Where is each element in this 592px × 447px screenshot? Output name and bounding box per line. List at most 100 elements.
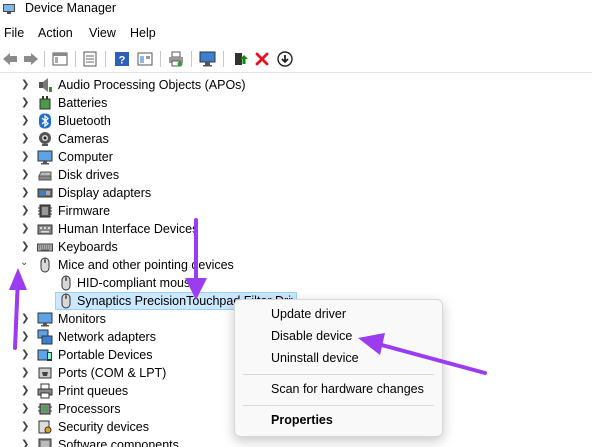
tree-item-human-interface-devices[interactable]: ❯ Human Interface Devices (0, 220, 592, 238)
chevron-right-icon[interactable]: ❯ (21, 133, 31, 145)
tree-item-label: Audio Processing Objects (APOs) (58, 78, 246, 92)
tree-item-label: HID-compliant mouse (77, 276, 198, 290)
menu-item-label: Update driver (271, 307, 347, 321)
tree-item-label: Monitors (58, 312, 106, 326)
chevron-right-icon[interactable]: ❯ (21, 403, 31, 415)
tree-item-computer[interactable]: ❯ Computer (0, 148, 592, 166)
chevron-right-icon[interactable]: ❯ (21, 421, 31, 433)
tree-item-label: Display adapters (58, 186, 152, 200)
camera-icon (39, 132, 51, 146)
help-icon[interactable]: ? (112, 49, 132, 69)
tree-item-label: Human Interface Devices (58, 222, 199, 236)
tree-item-audio-processing-objects[interactable]: ❯ Audio Processing Objects (APOs) (0, 76, 592, 94)
view-icon[interactable] (135, 49, 155, 69)
mouse-icon (40, 257, 50, 273)
device-manager-icon (3, 4, 15, 14)
chevron-right-icon[interactable]: ❯ (21, 115, 31, 127)
tree-item-label: Mice and other pointing devices (58, 258, 234, 272)
mouse-icon (61, 275, 71, 291)
tree-item-label: Disk drives (58, 168, 120, 182)
chevron-right-icon[interactable]: ❯ (21, 331, 31, 343)
forward-arrow-icon[interactable] (21, 49, 41, 69)
tree-item-label: Processors (58, 402, 121, 416)
tree-item-label: Software components (58, 438, 179, 447)
chevron-right-icon[interactable]: ❯ (21, 349, 31, 361)
portable-device-icon (37, 349, 52, 361)
back-arrow-icon[interactable] (0, 49, 20, 69)
disk-drive-icon (38, 171, 52, 181)
menu-item-label: Scan for hardware changes (271, 382, 424, 396)
menu-separator (243, 405, 434, 406)
tree-item-firmware[interactable]: ❯ Firmware (0, 202, 592, 220)
uninstall-device-icon[interactable] (252, 49, 272, 69)
tree-item-label: Bluetooth (58, 114, 111, 128)
menu-action[interactable]: Action (38, 26, 73, 40)
security-icon (38, 420, 52, 434)
menu-item-scan-hardware-changes[interactable]: Scan for hardware changes (235, 379, 442, 401)
battery-icon (39, 96, 51, 110)
tree-item-mice-and-other-pointing-devices[interactable]: ⌄ Mice and other pointing devices (0, 256, 592, 274)
tree-item-label: Cameras (58, 132, 109, 146)
chevron-right-icon[interactable]: ❯ (21, 205, 31, 217)
chevron-right-icon[interactable]: ❯ (21, 367, 31, 379)
tree-item-label: Network adapters (58, 330, 156, 344)
tree-item-disk-drives[interactable]: ❯ Disk drives (0, 166, 592, 184)
tree-item-cameras[interactable]: ❯ Cameras (0, 130, 592, 148)
tree-item-label: Security devices (58, 420, 150, 434)
keyboard-icon (37, 243, 53, 252)
tree-item-label: Ports (COM & LPT) (58, 366, 167, 380)
chevron-right-icon[interactable]: ❯ (21, 187, 31, 199)
scan-hardware-icon[interactable] (198, 49, 218, 69)
processor-icon (38, 403, 52, 415)
window-title: Device Manager (25, 1, 117, 15)
chevron-right-icon[interactable]: ❯ (21, 223, 31, 235)
tree-item-keyboards[interactable]: ❯ Keyboards (0, 238, 592, 256)
tree-item-software-components[interactable]: ❯ Software components (0, 436, 592, 447)
menu-item-label: Properties (271, 413, 333, 427)
chevron-right-icon[interactable]: ❯ (21, 97, 31, 109)
print-icon[interactable] (166, 49, 186, 69)
tree-item-display-adapters[interactable]: ❯ Display adapters (0, 184, 592, 202)
menu-item-disable-device[interactable]: Disable device (235, 326, 442, 348)
display-adapter-icon (37, 188, 53, 198)
firmware-icon (38, 204, 52, 218)
tree-item-bluetooth[interactable]: ❯ Bluetooth (0, 112, 592, 130)
properties-icon[interactable] (80, 49, 100, 69)
menu-file[interactable]: File (4, 26, 24, 40)
chevron-right-icon[interactable]: ❯ (21, 439, 31, 447)
printer-icon (37, 383, 53, 399)
chevron-right-icon[interactable]: ❯ (21, 385, 31, 397)
chevron-right-icon[interactable]: ❯ (21, 169, 31, 181)
update-driver-icon[interactable] (230, 49, 250, 69)
tree-item-label: Portable Devices (58, 348, 153, 362)
menu-help[interactable]: Help (130, 26, 156, 40)
context-menu: Update driver Disable device Uninstall d… (234, 299, 443, 437)
chevron-right-icon[interactable]: ❯ (21, 79, 31, 91)
menu-item-label: Uninstall device (271, 351, 359, 365)
port-icon (38, 367, 52, 379)
monitor-icon (37, 312, 53, 327)
computer-icon (37, 150, 53, 165)
chevron-right-icon[interactable]: ❯ (21, 313, 31, 325)
tree-item-hid-compliant-mouse[interactable]: HID-compliant mouse (0, 274, 592, 292)
chevron-right-icon[interactable]: ❯ (21, 151, 31, 163)
bluetooth-icon (39, 113, 51, 129)
tree-item-label: Keyboards (58, 240, 118, 254)
menu-view[interactable]: View (89, 26, 116, 40)
toolbar: ? (0, 46, 592, 73)
menu-item-uninstall-device[interactable]: Uninstall device (235, 348, 442, 370)
show-hide-tree-icon[interactable] (50, 49, 70, 69)
tree-item-label: Print queues (58, 384, 129, 398)
tree-item-label: Firmware (58, 204, 111, 218)
menu-bar: File Action View Help (0, 22, 592, 44)
hid-icon (37, 224, 53, 235)
tree-item-label: Batteries (58, 96, 108, 110)
menu-item-properties[interactable]: Properties (235, 410, 442, 432)
tree-item-label: Computer (58, 150, 113, 164)
disable-device-icon[interactable] (275, 49, 295, 69)
chevron-right-icon[interactable]: ❯ (21, 241, 31, 253)
tree-item-batteries[interactable]: ❯ Batteries (0, 94, 592, 112)
menu-item-update-driver[interactable]: Update driver (235, 304, 442, 326)
chevron-down-icon[interactable]: ⌄ (20, 257, 30, 269)
speaker-icon (39, 78, 52, 92)
